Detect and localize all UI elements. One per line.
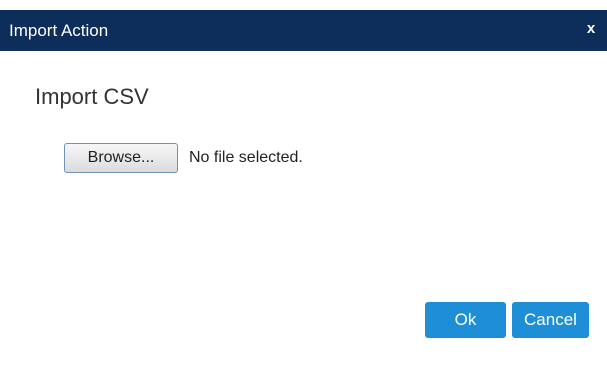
file-input-row: Browse... No file selected.: [64, 143, 303, 173]
import-action-dialog: Import Action x Import CSV Browse... No …: [0, 0, 607, 373]
import-csv-heading: Import CSV: [35, 84, 149, 109]
dialog-title: Import Action: [9, 21, 109, 40]
dialog-titlebar: Import Action x: [0, 10, 607, 51]
cancel-button[interactable]: Cancel: [512, 302, 589, 338]
close-button[interactable]: x: [583, 19, 599, 39]
browse-button[interactable]: Browse...: [64, 143, 178, 173]
ok-button[interactable]: Ok: [425, 302, 506, 338]
file-status-text: No file selected.: [189, 149, 303, 166]
